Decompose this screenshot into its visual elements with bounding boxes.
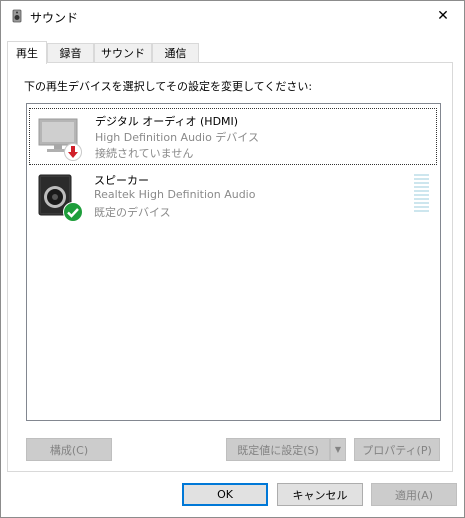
device-status: 既定のデバイス [94,206,171,219]
device-list[interactable]: デジタル オーディオ (HDMI) High Definition Audio … [26,103,441,421]
default-check-icon [63,202,83,222]
device-item-hdmi[interactable]: デジタル オーディオ (HDMI) High Definition Audio … [29,108,437,165]
window-title: サウンド [30,11,79,25]
tab-playback[interactable]: 再生 [7,41,47,64]
title-bar: サウンド ✕ [1,1,464,31]
device-name: デジタル オーディオ (HDMI) [95,115,239,128]
sound-dialog: サウンド ✕ 再生 録音 サウンド 通信 下の再生デバイスを選択してその設定を変… [0,0,465,518]
close-icon: ✕ [437,8,449,24]
speaker-app-icon [12,9,22,23]
playback-panel: 下の再生デバイスを選択してその設定を変更してください: デジタル オーディオ (… [7,62,453,472]
device-driver: Realtek High Definition Audio [94,188,256,201]
properties-button[interactable]: プロパティ(P) [354,438,440,461]
tab-communications[interactable]: 通信 [152,43,199,62]
tab-recording[interactable]: 録音 [47,43,94,62]
close-button[interactable]: ✕ [422,1,464,31]
disconnected-arrow-icon [64,143,82,161]
instruction-text: 下の再生デバイスを選択してその設定を変更してください: [24,80,313,93]
tab-sounds[interactable]: サウンド [94,43,152,62]
chevron-down-icon: ▼ [334,445,342,454]
device-name: スピーカー [94,174,149,187]
set-default-dropdown[interactable]: ▼ [330,438,346,461]
configure-button[interactable]: 構成(C) [26,438,112,461]
apply-button[interactable]: 適用(A) [371,483,457,506]
cancel-button[interactable]: キャンセル [277,483,363,506]
device-driver: High Definition Audio デバイス [95,131,259,144]
device-status: 接続されていません [95,147,194,160]
device-item-speakers[interactable]: スピーカー Realtek High Definition Audio 既定のデ… [29,168,437,225]
set-default-button[interactable]: 既定値に設定(S) [226,438,330,461]
ok-button[interactable]: OK [182,483,268,506]
volume-meter [414,174,429,214]
